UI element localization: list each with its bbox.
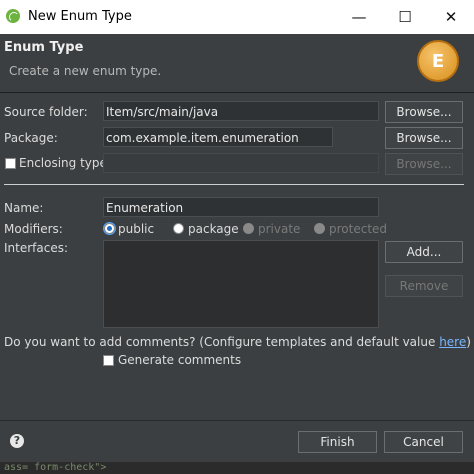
header-divider <box>0 92 474 93</box>
interfaces-list[interactable] <box>103 240 379 328</box>
comments-question-text: Do you want to add comments? (Configure … <box>4 335 440 349</box>
wizard-title: Enum Type <box>4 40 84 55</box>
name-label: Name: <box>4 201 44 215</box>
close-button[interactable]: ✕ <box>428 0 474 34</box>
wizard-subtitle: Create a new enum type. <box>9 64 162 78</box>
modifier-private-radio[interactable] <box>243 223 254 234</box>
enclosing-type-label: Enclosing type: <box>19 156 111 170</box>
modifier-package-radio[interactable] <box>173 223 184 234</box>
source-folder-browse-button[interactable]: Browse... <box>385 101 463 123</box>
remove-interface-button[interactable]: Remove <box>385 275 463 297</box>
modifiers-label: Modifiers: <box>4 222 63 236</box>
minimize-button[interactable]: — <box>336 0 382 34</box>
title-bar: New Enum Type — ☐ ✕ <box>0 0 474 34</box>
enclosing-type-checkbox[interactable] <box>5 158 16 169</box>
background-editor-text: ass= form-check"> <box>0 462 474 474</box>
generate-comments-label: Generate comments <box>118 353 242 367</box>
name-field[interactable]: Enumeration <box>103 197 379 217</box>
comments-question-close: ) <box>466 335 471 349</box>
enum-type-icon: E <box>417 40 459 82</box>
spring-app-icon <box>6 9 20 23</box>
help-icon[interactable]: ? <box>10 434 24 448</box>
footer-divider <box>0 420 474 421</box>
modifier-public-radio[interactable] <box>104 223 115 234</box>
package-field[interactable]: com.example.item.enumeration <box>103 127 333 147</box>
finish-button[interactable]: Finish <box>298 431 377 453</box>
form-divider <box>4 184 464 185</box>
modifier-public-label: public <box>118 222 155 236</box>
modifier-private-label: private <box>258 222 301 236</box>
wizard-header: Enum Type Create a new enum type. <box>0 34 474 88</box>
comments-question: Do you want to add comments? (Configure … <box>4 335 471 349</box>
modifier-protected-radio[interactable] <box>314 223 325 234</box>
source-folder-field[interactable]: Item/src/main/java <box>103 101 379 121</box>
maximize-button[interactable]: ☐ <box>382 0 428 34</box>
modifier-package-label: package <box>188 222 239 236</box>
add-interface-button[interactable]: Add... <box>385 241 463 263</box>
cancel-button[interactable]: Cancel <box>384 431 463 453</box>
new-enum-type-dialog: New Enum Type — ☐ ✕ Enum Type Create a n… <box>0 0 474 463</box>
generate-comments-checkbox[interactable] <box>103 355 114 366</box>
modifier-protected-label: protected <box>329 222 388 236</box>
enclosing-type-browse-button[interactable]: Browse... <box>385 153 463 175</box>
enclosing-type-field[interactable] <box>103 153 379 173</box>
interfaces-label: Interfaces: <box>4 241 69 255</box>
package-label: Package: <box>4 131 58 145</box>
package-browse-button[interactable]: Browse... <box>385 127 463 149</box>
source-folder-label: Source folder: <box>4 105 88 119</box>
configure-templates-link[interactable]: here <box>439 335 466 349</box>
window-title: New Enum Type <box>28 9 132 24</box>
